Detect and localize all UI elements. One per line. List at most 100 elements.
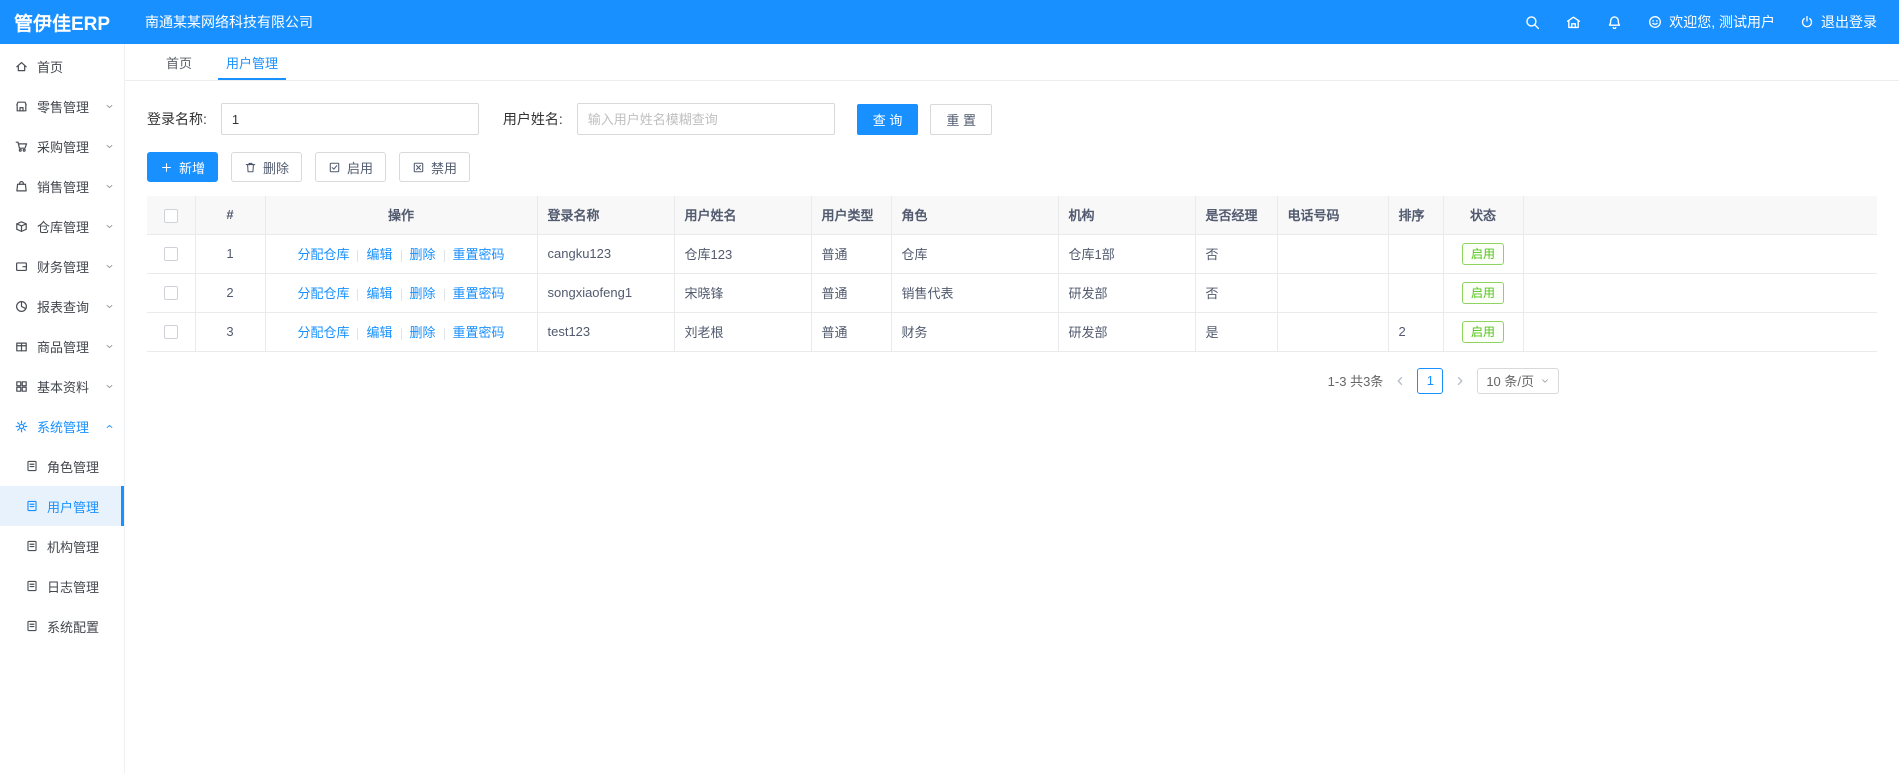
logout-button[interactable]: 退出登录 [1799, 12, 1877, 32]
sidebar-item-user-management[interactable]: 用户管理 [0, 486, 124, 526]
page-size-value: 10 条/页 [1486, 374, 1534, 389]
sidebar-item-label: 系统配置 [47, 619, 100, 635]
cart-icon [14, 139, 29, 154]
enable-button[interactable]: 启用 [315, 152, 387, 182]
reset-button[interactable]: 重 置 [930, 103, 993, 135]
assign-warehouse-link[interactable]: 分配仓库 [297, 286, 349, 301]
col-header-index: # [195, 196, 266, 235]
sidebar-item-home[interactable]: 首页 [0, 46, 124, 86]
x-square-icon [412, 161, 425, 174]
chevron-down-icon [104, 221, 115, 232]
sidebar-item-finance[interactable]: 财务管理 [0, 246, 124, 286]
sidebar-item-log-management[interactable]: 日志管理 [0, 566, 124, 606]
edit-link[interactable]: 编辑 [366, 247, 392, 262]
sidebar-item-basic-data[interactable]: 基本资料 [0, 366, 124, 406]
tab-user-management[interactable]: 用户管理 [209, 44, 295, 80]
delete-link[interactable]: 删除 [410, 247, 436, 262]
reset-password-link[interactable]: 重置密码 [453, 325, 505, 340]
page-number-button[interactable]: 1 [1417, 367, 1444, 394]
sidebar-item-system-config[interactable]: 系统配置 [0, 606, 124, 646]
tab-bar: 首页 用户管理 [125, 44, 1899, 81]
col-header-login: 登录名称 [537, 196, 675, 235]
document-icon [25, 459, 39, 473]
welcome-user[interactable]: 欢迎您, 测试用户 [1647, 12, 1775, 32]
sidebar-item-warehouse[interactable]: 仓库管理 [0, 206, 124, 246]
cell-org: 仓库1部 [1058, 234, 1196, 274]
prev-page-button[interactable] [1393, 368, 1407, 394]
cell-name: 刘老根 [674, 312, 812, 352]
bell-icon[interactable] [1606, 14, 1623, 31]
tab-home[interactable]: 首页 [149, 44, 209, 80]
sidebar-item-goods[interactable]: 商品管理 [0, 326, 124, 366]
cell-name: 宋晓锋 [674, 273, 812, 313]
assign-warehouse-link[interactable]: 分配仓库 [297, 247, 349, 262]
edit-link[interactable]: 编辑 [366, 325, 392, 340]
sidebar: 首页 零售管理 采购管理 销售管理 仓库管理 财务管理 报表查询 商品管理 基本… [0, 44, 125, 773]
welcome-text: 欢迎您, 测试用户 [1669, 14, 1775, 30]
row-checkbox[interactable] [163, 247, 178, 262]
reset-password-link[interactable]: 重置密码 [453, 286, 505, 301]
col-header-status: 状态 [1443, 196, 1524, 235]
login-name-input[interactable] [220, 103, 479, 135]
cell-manager: 否 [1195, 234, 1278, 274]
page-size-select[interactable]: 10 条/页 [1477, 367, 1559, 394]
user-name-input[interactable] [576, 103, 835, 135]
cell-phone [1277, 234, 1389, 274]
table-row: 3 分配仓库 编辑 删除 重置密码 test123 刘老根 普通 财务 研发部 是 [147, 312, 1877, 352]
sidebar-item-retail[interactable]: 零售管理 [0, 86, 124, 126]
next-page-button[interactable] [1453, 368, 1467, 394]
cell-sort [1388, 234, 1444, 274]
sidebar-item-sales[interactable]: 销售管理 [0, 166, 124, 206]
cell-filler [1523, 312, 1877, 352]
row-checkbox[interactable] [163, 286, 178, 301]
col-header-role: 角色 [891, 196, 1059, 235]
disable-button-label: 禁用 [431, 160, 458, 176]
cell-org: 研发部 [1058, 273, 1196, 313]
cell-role: 财务 [891, 312, 1059, 352]
row-index: 1 [195, 234, 266, 274]
main-frame: 首页 零售管理 采购管理 销售管理 仓库管理 财务管理 报表查询 商品管理 基本… [0, 44, 1899, 773]
shop-icon [14, 99, 29, 114]
topbar: 管伊佳ERP 南通某某网络科技有限公司 欢迎您, 测试用户 退出登录 [0, 0, 1899, 44]
delete-button-label: 删除 [263, 160, 290, 176]
cell-login: cangku123 [537, 234, 675, 274]
divider [443, 288, 445, 301]
add-button[interactable]: 新增 [147, 152, 219, 182]
search-button[interactable]: 查 询 [856, 103, 919, 135]
bag-icon [14, 179, 29, 194]
cell-login: songxiaofeng1 [537, 273, 675, 313]
cell-org: 研发部 [1058, 312, 1196, 352]
delete-button[interactable]: 删除 [231, 152, 303, 182]
row-checkbox[interactable] [163, 325, 178, 340]
sidebar-item-org-management[interactable]: 机构管理 [0, 526, 124, 566]
row-index: 2 [195, 273, 266, 313]
sidebar-item-reports[interactable]: 报表查询 [0, 286, 124, 326]
select-all-checkbox[interactable] [163, 208, 178, 223]
sidebar-item-system[interactable]: 系统管理 [0, 406, 124, 446]
disable-button[interactable]: 禁用 [399, 152, 471, 182]
sidebar-item-label: 销售管理 [37, 179, 90, 195]
app-window: 管伊佳ERP 南通某某网络科技有限公司 欢迎您, 测试用户 退出登录 首页 零售… [0, 0, 1899, 773]
sidebar-item-label: 仓库管理 [37, 219, 90, 235]
sidebar-item-purchase[interactable]: 采购管理 [0, 126, 124, 166]
sidebar-item-label: 机构管理 [47, 539, 100, 555]
delete-link[interactable]: 删除 [410, 286, 436, 301]
sidebar-item-role-management[interactable]: 角色管理 [0, 446, 124, 486]
assign-warehouse-link[interactable]: 分配仓库 [297, 325, 349, 340]
table-row: 2 分配仓库 编辑 删除 重置密码 songxiaofeng1 宋晓锋 普通 销售代表… [147, 273, 1877, 313]
sidebar-item-label: 首页 [37, 59, 64, 75]
cell-filler [1523, 273, 1877, 313]
col-header-actions: 操作 [265, 196, 538, 235]
cell-type: 普通 [811, 273, 892, 313]
cell-role: 销售代表 [891, 273, 1059, 313]
delete-link[interactable]: 删除 [410, 325, 436, 340]
reset-password-link[interactable]: 重置密码 [453, 247, 505, 262]
divider [443, 249, 445, 262]
document-icon [25, 499, 39, 513]
enable-button-label: 启用 [347, 160, 374, 176]
home-icon[interactable] [1565, 14, 1582, 31]
search-icon[interactable] [1524, 14, 1541, 31]
edit-link[interactable]: 编辑 [366, 286, 392, 301]
sidebar-item-label: 角色管理 [47, 459, 100, 475]
filter-bar: 登录名称: 用户姓名: 查 询 重 置 [147, 103, 1877, 135]
